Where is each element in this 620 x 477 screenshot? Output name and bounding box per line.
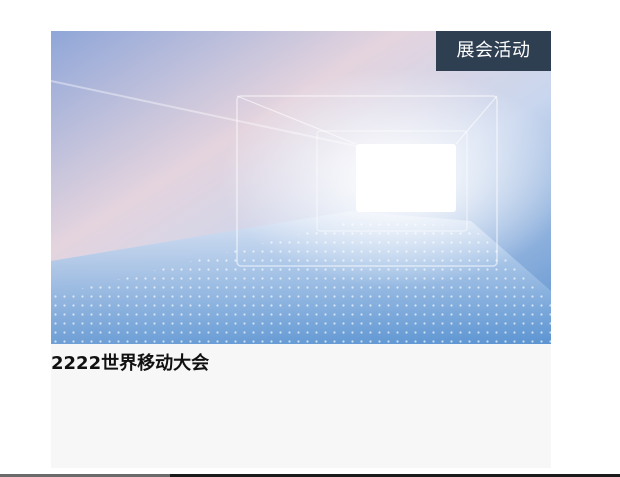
event-cover-image[interactable]: 展会活动 <box>51 31 551 344</box>
category-tag[interactable]: 展会活动 <box>436 31 551 71</box>
event-card[interactable]: 展会活动 2222世界移动大会 <box>51 31 551 468</box>
tunnel-illustration <box>51 31 551 344</box>
event-title[interactable]: 2222世界移动大会 <box>51 351 551 377</box>
